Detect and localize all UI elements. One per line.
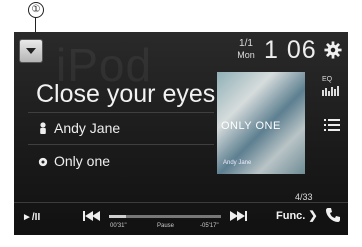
top-track-count: 1/1 — [239, 38, 253, 49]
phone-icon[interactable] — [325, 207, 341, 223]
artist-icon — [40, 122, 46, 134]
elapsed-time: 00'31" — [110, 223, 127, 229]
eq-label: EQ — [322, 76, 333, 83]
album-artwork: ONLY ONE Andy Jane — [217, 72, 305, 174]
remaining-time: -05'17" — [200, 223, 219, 229]
clock: 1 06 — [264, 36, 317, 64]
func-button[interactable]: Func. ❯ — [276, 209, 318, 222]
artwork-title: ONLY ONE — [221, 120, 281, 132]
progress-bar[interactable] — [109, 215, 221, 218]
gear-icon[interactable] — [324, 41, 342, 59]
chevron-right-icon: ❯ — [308, 210, 318, 222]
callout-number: ① — [28, 2, 44, 18]
source-menu-button[interactable] — [20, 40, 42, 62]
head-unit-screen: iPod 1/1 Mon 1 06 Close your eyes Andy J… — [14, 32, 348, 235]
next-track-icon[interactable] — [228, 210, 248, 222]
eq-button[interactable]: EQ — [322, 76, 344, 98]
day-label: Mon — [237, 50, 255, 60]
playlist-position: 4/33 — [295, 192, 313, 202]
control-bar: ►/II 00'31" Pause -05'17" Func. ❯ — [14, 202, 348, 235]
divider — [28, 144, 214, 145]
eq-icon — [322, 86, 339, 96]
artwork-artist: Andy Jane — [223, 160, 252, 166]
play-pause-button[interactable]: ►/II — [22, 212, 40, 223]
divider — [28, 112, 214, 113]
list-icon[interactable] — [324, 118, 340, 132]
source-menu-icon — [26, 48, 36, 54]
track-title: Close your eyes — [36, 80, 216, 108]
artist-name[interactable]: Andy Jane — [54, 120, 120, 136]
progress-fill — [109, 215, 126, 218]
album-name[interactable]: Only one — [54, 153, 110, 169]
playback-status: Pause — [157, 223, 175, 229]
album-icon — [38, 157, 48, 167]
func-label: Func. — [276, 210, 306, 222]
prev-track-icon[interactable] — [82, 210, 102, 222]
